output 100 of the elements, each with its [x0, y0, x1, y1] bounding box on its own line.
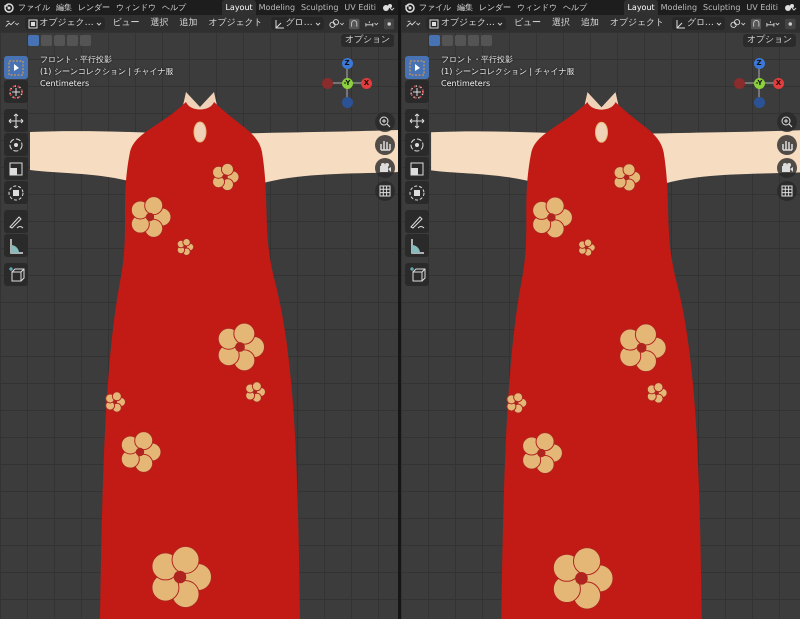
caret-icon [314, 20, 321, 26]
move-icon [7, 112, 25, 130]
app-logo-icon [404, 2, 415, 13]
select-box-icon [408, 58, 426, 76]
menu-item[interactable]: ファイル [16, 0, 52, 15]
workspace-tab[interactable]: Layout [624, 0, 658, 15]
options-dropdown[interactable]: オプション [743, 34, 796, 47]
menu-item[interactable]: 選択 [548, 17, 573, 30]
tool-button[interactable] [4, 133, 28, 156]
proportional-icon [384, 18, 394, 30]
transform-icon [7, 184, 25, 202]
transform-icon [408, 184, 426, 202]
rotate-icon [7, 136, 25, 154]
orientation-dropdown[interactable]: グロ… [270, 17, 324, 30]
menu-item[interactable]: ウィンドウ [515, 0, 559, 15]
options-dropdown[interactable]: オプション [341, 34, 394, 47]
menu-item[interactable]: ファイル [417, 0, 453, 15]
editor-type-icon [405, 18, 421, 29]
menu-item[interactable]: ウィンドウ [114, 0, 158, 15]
tool-button[interactable] [4, 210, 28, 233]
menu-item[interactable]: レンダー [76, 0, 112, 15]
tool-button[interactable] [4, 181, 28, 204]
cursor-icon [408, 82, 426, 100]
tool-button[interactable] [4, 80, 28, 103]
camera-button[interactable] [777, 158, 797, 178]
grid-view-button[interactable] [375, 181, 395, 201]
tool-button[interactable] [405, 263, 429, 286]
scene-icon [783, 2, 797, 13]
collection-name: (1) シーンコレクション | チャイナ服 [441, 66, 575, 78]
menu-item[interactable]: 追加 [176, 17, 201, 30]
mode-dropdown[interactable]: オブジェク… [24, 17, 105, 30]
object-icon [428, 18, 439, 28]
caret-icon [716, 20, 722, 26]
scale-icon [408, 160, 426, 178]
camera-button[interactable] [375, 158, 395, 178]
tool-button[interactable] [4, 56, 28, 79]
workspace-tab[interactable]: UV Editi [743, 0, 781, 15]
app-logo-icon [3, 2, 14, 13]
tool-button[interactable] [405, 157, 429, 180]
orientation-dropdown[interactable]: グロ… [672, 17, 725, 30]
menu-item[interactable]: オブジェクト [206, 17, 266, 30]
axes-icon [274, 18, 284, 28]
tool-button[interactable] [405, 234, 429, 257]
menu-item[interactable]: オブジェクト [606, 17, 667, 30]
proportional-icon [785, 18, 796, 30]
zoom-button[interactable] [777, 112, 797, 132]
tool-button[interactable] [405, 56, 429, 79]
menu-item[interactable]: ビュー [110, 17, 143, 30]
tool-button[interactable] [405, 210, 429, 233]
workspace-tab[interactable]: Sculpting [298, 0, 342, 15]
workspace-tab[interactable]: Modeling [256, 0, 298, 15]
tool-button[interactable] [405, 109, 429, 132]
flower-motif [212, 162, 240, 192]
add-cube-icon [7, 266, 25, 284]
workspace-tab[interactable]: Modeling [658, 0, 700, 15]
caret-icon [96, 20, 102, 26]
workspace-tab[interactable]: UV Editi [341, 0, 379, 15]
cursor-icon [7, 82, 25, 100]
mode-dropdown[interactable]: オブジェク… [426, 17, 506, 30]
tool-button[interactable] [405, 181, 429, 204]
grid-view-button[interactable] [777, 181, 797, 201]
unit-label: Centimeters [441, 78, 492, 90]
grid-view-icon [378, 184, 392, 198]
unit-label: Centimeters [40, 78, 90, 90]
menu-item[interactable]: レンダー [477, 0, 513, 15]
flower-motif [522, 432, 563, 474]
menu-item[interactable]: ヘルプ [561, 0, 589, 15]
scale-icon [7, 160, 25, 178]
tool-button[interactable] [4, 157, 28, 180]
add-cube-icon [408, 266, 426, 284]
tool-button[interactable] [4, 263, 28, 286]
menu-item[interactable]: 編集 [54, 0, 74, 15]
menu-item[interactable]: 編集 [455, 0, 475, 15]
magnet-icon [750, 18, 762, 30]
flower-motif [552, 547, 614, 610]
menu-item[interactable]: 選択 [148, 17, 172, 30]
tool-button[interactable] [4, 234, 28, 257]
view-name: フロント・平行投影 [441, 54, 514, 66]
scene-icon [381, 2, 395, 13]
menu-item[interactable]: ビュー [510, 17, 544, 30]
menu-item[interactable]: 追加 [578, 17, 602, 30]
tool-button[interactable] [4, 109, 28, 132]
flower-motif [578, 238, 596, 257]
tool-button[interactable] [405, 80, 429, 103]
flower-motif [105, 391, 126, 413]
flower-motif [120, 431, 162, 473]
grid-view-icon [780, 184, 794, 198]
object-icon [28, 18, 38, 28]
collection-name: (1) シーンコレクション | チャイナ服 [40, 66, 174, 78]
rotate-icon [408, 136, 426, 154]
workspace-tab[interactable]: Sculpting [700, 0, 744, 15]
view-name: フロント・平行投影 [40, 54, 113, 66]
workspace-tab[interactable]: Layout [222, 0, 256, 15]
flower-motif [130, 196, 172, 238]
link-icon [328, 18, 344, 29]
pan-icon [378, 138, 392, 152]
menu-item[interactable]: ヘルプ [160, 0, 188, 15]
caret-icon [496, 20, 503, 26]
tool-button[interactable] [405, 133, 429, 156]
zoom-button[interactable] [375, 112, 395, 132]
